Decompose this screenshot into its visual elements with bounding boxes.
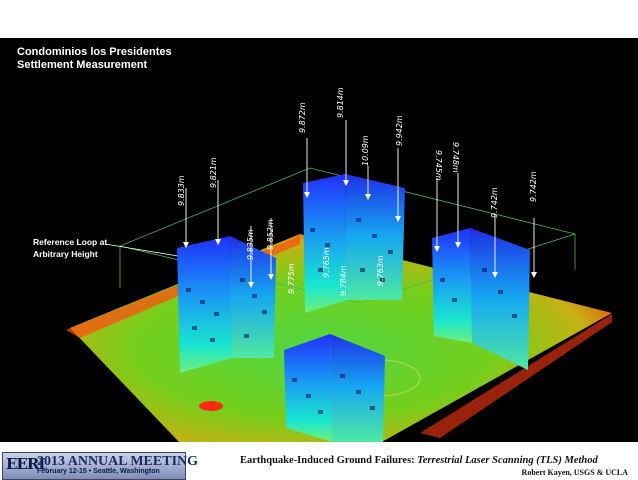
label-9763: 9.763m [376, 255, 385, 286]
slide-title: Condominios los Presidentes Settlement M… [17, 46, 172, 72]
footer-title-italic: Terrestrial Laser Scanning (TLS) Method [417, 455, 598, 466]
footer-title: Earthquake-Induced Ground Failures: Terr… [240, 455, 598, 466]
label-9775: 9.775m [287, 263, 296, 294]
slide-footer: EERI 2013 ANNUAL MEETING February 12-15 … [0, 442, 638, 480]
label-9748: 9.748m [451, 142, 460, 173]
label-1009: 10.09m [361, 135, 370, 166]
logo-dates-text: February 12-15 • Seattle, Washington [37, 468, 160, 475]
label-9833: 9.833m [177, 175, 186, 206]
reference-loop-caption: Reference Loop at Arbitrary Height [33, 236, 107, 260]
label-9745: 9.745m [434, 150, 443, 181]
slide-title-line2: Settlement Measurement [17, 59, 148, 71]
label-9835: 9.835m [246, 229, 255, 260]
slide-image: 9.833m 9.821m 9.835m 9.852m 9.872m 9.814… [0, 38, 638, 442]
label-9784: 9.784m [339, 265, 348, 296]
label-9742a: 9.742m [490, 187, 499, 218]
label-9742b: 9.742m [529, 171, 538, 202]
label-9814: 9.814m [336, 87, 345, 118]
reference-loop-line1: Reference Loop at [33, 237, 108, 247]
label-9852: 9.852m [266, 219, 275, 250]
label-9942: 9.942m [395, 115, 404, 146]
ground-hotspot [199, 401, 223, 411]
footer-author: Robert Kayen, USGS & UCLA [521, 468, 628, 477]
label-9765: 9.765m [322, 247, 331, 278]
slide-title-line1: Condominios los Presidentes [17, 46, 172, 58]
label-9872: 9.872m [298, 102, 307, 133]
label-9821: 9.821m [209, 157, 218, 188]
reference-loop-line2: Arbitrary Height [33, 249, 98, 259]
footer-title-bold: Earthquake-Induced Ground Failures: [240, 455, 415, 466]
building-d [284, 334, 385, 442]
building-b [303, 174, 405, 313]
building-a [177, 236, 276, 373]
eeri-logo: EERI 2013 ANNUAL MEETING February 12-15 … [2, 452, 198, 480]
